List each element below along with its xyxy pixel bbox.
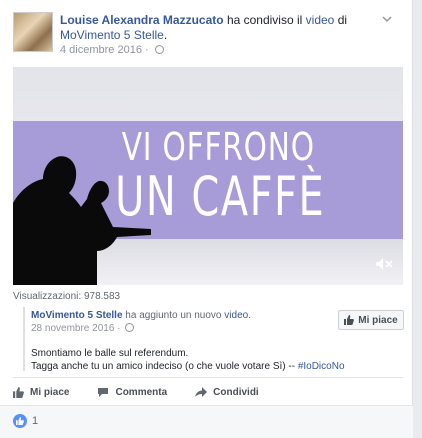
preposition: di — [337, 13, 348, 27]
post-actions: Mi piace Commenta Condividi — [13, 381, 403, 403]
avatar[interactable] — [13, 12, 53, 52]
post-meta: 4 dicembre 2016 · — [60, 44, 164, 56]
comment-button[interactable]: Commenta — [97, 387, 167, 398]
reaction-summary[interactable]: 1 — [13, 414, 38, 428]
author-link[interactable]: Louise Alexandra Mazzucato — [60, 13, 224, 27]
thumbs-up-icon — [344, 315, 355, 325]
hashtag-link[interactable]: #IoDicoNo — [298, 361, 345, 372]
post-date[interactable]: 4 dicembre 2016 · — [60, 44, 149, 56]
shared-post-text: Smontiamo le balle sul referendum. Tagga… — [31, 347, 401, 373]
shared-text-line2: Tagga anche tu un amico indeciso (o che … — [31, 360, 401, 373]
like-page-button[interactable]: Mi piace — [338, 310, 404, 330]
like-reaction-icon — [13, 414, 27, 428]
video-link[interactable]: video — [306, 13, 335, 27]
shared-date-text[interactable]: 28 novembre 2016 · — [31, 323, 121, 334]
share-icon — [195, 386, 208, 397]
share-label: Condividi — [213, 386, 259, 398]
view-count: Visualizzazioni: 978.583 — [13, 291, 121, 302]
post-author-line: Louise Alexandra Mazzucato ha condiviso … — [60, 13, 390, 43]
reactions-footer: 1 — [0, 405, 413, 438]
shared-verb-text: ha aggiunto un nuovo — [125, 310, 222, 321]
thumbs-up-icon — [13, 386, 24, 398]
period: . — [163, 28, 168, 42]
shared-verb: ha condiviso il — [226, 13, 303, 27]
globe-icon — [154, 45, 164, 54]
globe-icon — [125, 323, 135, 332]
post-card: Louise Alexandra Mazzucato ha condiviso … — [0, 0, 413, 438]
shared-page-link[interactable]: MoVimento 5 Stelle — [31, 310, 123, 321]
shared-text-line2-body: Tagga anche tu un amico indeciso (o che … — [31, 361, 298, 372]
thumbs-up-icon — [16, 417, 24, 425]
actions-divider — [13, 377, 403, 378]
page-link[interactable]: MoVimento 5 Stelle — [60, 28, 164, 42]
like-label: Mi piace — [30, 386, 70, 398]
like-button[interactable]: Mi piace — [13, 386, 70, 398]
video-player[interactable]: VI OFFRONO UN CAFFÈ — [13, 67, 403, 285]
shared-video-link[interactable]: video. — [224, 310, 251, 321]
waiter-silhouette — [13, 156, 151, 285]
post-header: Louise Alexandra Mazzucato ha condiviso … — [13, 10, 402, 56]
mute-icon[interactable] — [375, 257, 393, 271]
chevron-down-icon[interactable] — [382, 14, 392, 24]
shared-author-line: MoVimento 5 Stelle ha aggiunto un nuovo … — [31, 310, 331, 321]
comment-label: Commenta — [115, 386, 168, 398]
like-page-label: Mi piace — [358, 314, 398, 326]
shared-date: 28 novembre 2016 · — [31, 323, 135, 334]
share-button[interactable]: Condividi — [195, 386, 259, 398]
reaction-count: 1 — [32, 415, 39, 427]
shared-content: MoVimento 5 Stelle ha aggiunto un nuovo … — [23, 307, 406, 373]
comment-icon — [98, 387, 109, 397]
shared-text-line1: Smontiamo le balle sul referendum. — [31, 348, 189, 359]
